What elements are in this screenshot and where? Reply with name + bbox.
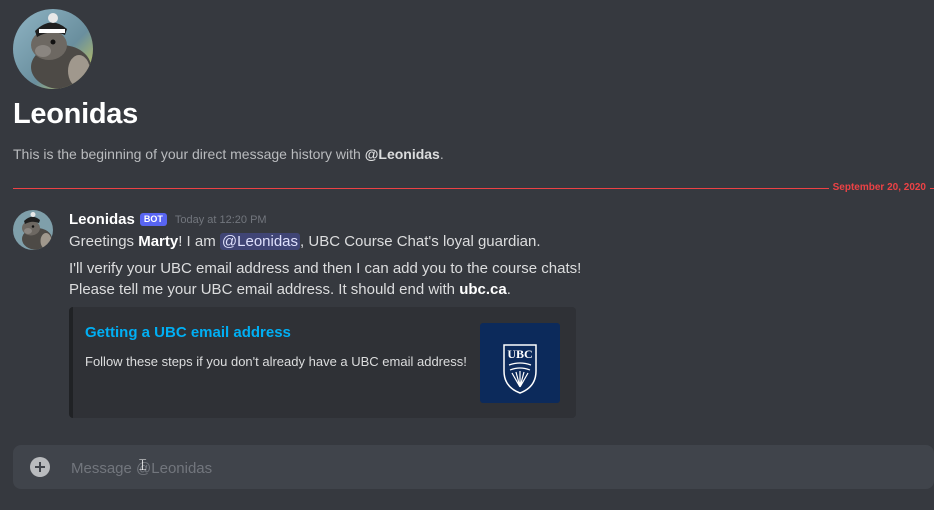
dm-intro-text: This is the beginning of your direct mes… <box>13 146 444 162</box>
link-embed: Getting a UBC email address Follow these… <box>69 307 576 418</box>
user-mention[interactable]: @Leonidas <box>219 233 301 250</box>
text-cursor-icon: 𝙸 <box>137 455 149 474</box>
ubc-logo-thumbnail[interactable]: UBC <box>480 323 560 403</box>
message-text: . <box>506 281 511 298</box>
user-avatar-large <box>13 9 93 89</box>
message-text: Please tell me your UBC email address. I… <box>69 281 460 298</box>
ubc-crest-icon: UBC <box>503 344 537 394</box>
embed-description: Follow these steps if you don't already … <box>85 354 467 369</box>
message-author-avatar[interactable] <box>13 210 53 250</box>
message-line: Greetings Marty! I am @Leonidas, UBC Cou… <box>69 233 541 250</box>
dm-intro-prefix: This is the beginning of your direct mes… <box>13 146 365 162</box>
message-bold-name: Marty <box>138 233 179 250</box>
dm-title: Leonidas <box>13 98 138 130</box>
date-divider: September 20, 2020 <box>13 181 934 195</box>
message-author-name[interactable]: Leonidas <box>69 211 135 228</box>
message-input[interactable] <box>69 445 913 491</box>
message-timestamp: Today at 12:20 PM <box>174 213 267 226</box>
message-header: Leonidas BOT Today at 12:20 PM <box>69 211 267 228</box>
dm-intro-suffix: . <box>439 146 444 162</box>
message-text: , UBC Course Chat's loyal guardian. <box>300 233 541 250</box>
plus-circle-icon[interactable] <box>30 457 50 477</box>
message-text: Greetings <box>69 233 139 250</box>
message-composer <box>13 445 934 491</box>
message-text: ! I am <box>178 233 220 250</box>
bot-badge: BOT <box>139 213 167 226</box>
embed-title-link[interactable]: Getting a UBC email address <box>85 324 291 341</box>
ubc-crest-text: UBC <box>507 347 532 361</box>
message-line: I'll verify your UBC email address and t… <box>69 260 582 277</box>
message-line: Please tell me your UBC email address. I… <box>69 281 511 298</box>
message-bold-domain: ubc.ca <box>459 281 507 298</box>
dm-intro-handle: @Leonidas <box>364 146 440 162</box>
date-divider-label: September 20, 2020 <box>828 181 930 195</box>
